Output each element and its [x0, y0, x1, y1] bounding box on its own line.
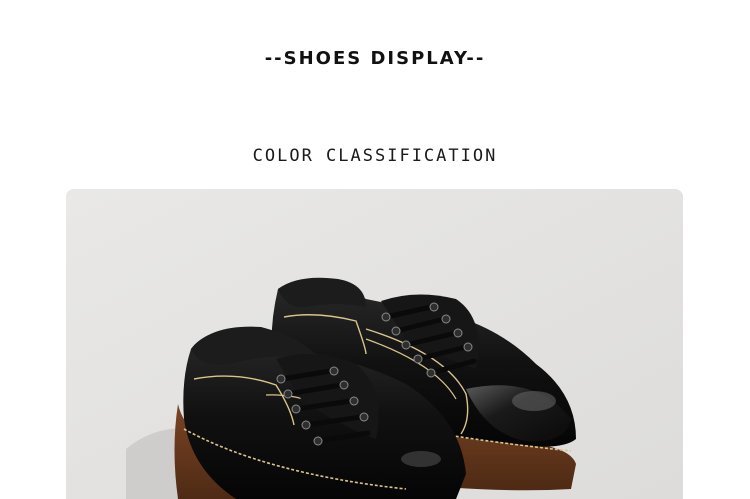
color-classification-heading: COLOR CLASSIFICATION: [252, 146, 498, 166]
product-photo: [66, 189, 683, 499]
shoes-display-section: --SHOES DISPLAY-- COLOR CLASSIFICATION: [0, 0, 750, 499]
shoes-illustration: [66, 189, 683, 499]
section-title: --SHOES DISPLAY--: [264, 48, 486, 69]
